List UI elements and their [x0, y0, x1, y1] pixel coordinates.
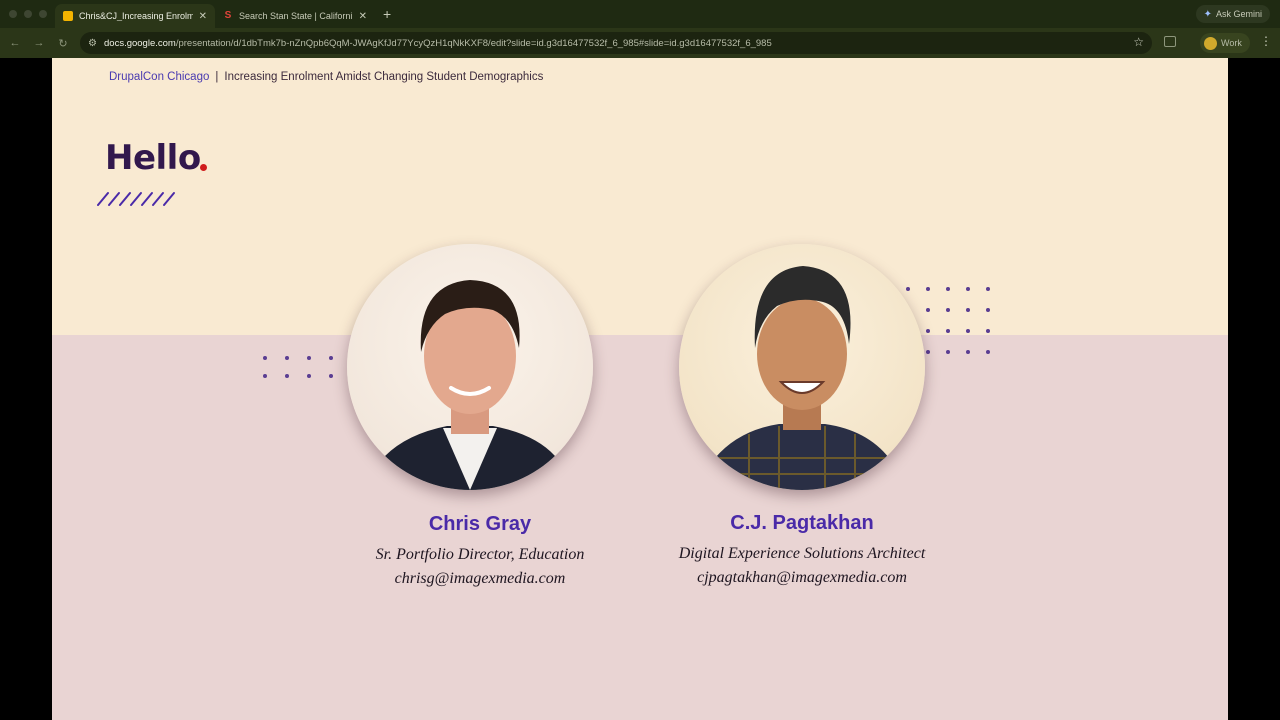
portrait-photo-chris	[347, 244, 593, 490]
profile-label: Work	[1221, 38, 1242, 48]
tab-stan-state[interactable]: S Search Stan State | Californi ✕	[215, 4, 375, 28]
portrait-photo-cj	[679, 244, 925, 490]
menu-kebab-icon[interactable]: ⋮	[1260, 35, 1272, 47]
speaker-role: Sr. Portfolio Director, Education	[375, 546, 585, 563]
speaker-email: chrisg@imagexmedia.com	[394, 570, 566, 587]
slide-lower-band	[52, 335, 1228, 720]
url-text[interactable]: docs.google.com/presentation/d/1dbTmk7b-…	[104, 38, 772, 49]
side-panel-icon[interactable]	[1164, 36, 1176, 47]
speaker-name: C.J. Pagtakhan	[730, 512, 874, 534]
back-arrow-icon[interactable]: ←	[3, 37, 27, 49]
ask-gemini-label: Ask Gemini	[1215, 9, 1262, 19]
profile-button[interactable]: Work	[1200, 33, 1250, 53]
tab-title: Search Stan State | Californi	[239, 11, 353, 21]
site-info-icon[interactable]: ⚙	[88, 38, 104, 49]
slides-icon	[63, 11, 73, 21]
dot-grid-left	[263, 356, 333, 378]
address-bar[interactable]: ⚙ docs.google.com/presentation/d/1dbTmk7…	[80, 32, 1152, 54]
bookmark-star-icon[interactable]: ☆	[1133, 35, 1144, 49]
speaker-role: Digital Experience Solutions Architect	[678, 545, 926, 562]
tab-strip: Chris&CJ_Increasing Enrolm ✕ S Search St…	[0, 0, 1280, 28]
tab-slides[interactable]: Chris&CJ_Increasing Enrolm ✕	[55, 4, 215, 28]
new-tab-button[interactable]: +	[383, 6, 391, 22]
close-tab-icon[interactable]: ✕	[199, 11, 207, 22]
hatch-lines-icon	[97, 192, 175, 206]
minimize-window-button[interactable]	[24, 10, 32, 18]
browser-toolbar: ← → ↻ ⚙ docs.google.com/presentation/d/1…	[0, 28, 1280, 58]
speaker-card-chris: Chris Gray Sr. Portfolio Director, Educa…	[330, 513, 630, 588]
breadcrumb: DrupalCon Chicago | Increasing Enrolment A…	[109, 71, 543, 83]
breadcrumb-separator: |	[215, 71, 219, 83]
slide: DrupalCon Chicago | Increasing Enrolment A…	[52, 58, 1228, 720]
zoom-window-button[interactable]	[39, 10, 47, 18]
breadcrumb-title: Increasing Enrolment Amidst Changing Stu…	[224, 71, 544, 83]
url-path: /presentation/d/1dbTmk7b-nZnQpb6QqM-JWAg…	[175, 37, 772, 49]
close-tab-icon[interactable]: ✕	[359, 11, 367, 22]
title-accent-dot	[200, 164, 207, 171]
tab-title: Chris&CJ_Increasing Enrolm	[79, 11, 193, 21]
forward-arrow-icon[interactable]: →	[27, 37, 51, 49]
stan-state-icon: S	[224, 10, 232, 21]
avatar	[1204, 36, 1217, 50]
speaker-name: Chris Gray	[428, 513, 532, 535]
window-controls	[0, 10, 55, 18]
page-title: Hello	[105, 138, 201, 178]
close-window-button[interactable]	[9, 10, 17, 18]
ask-gemini-button[interactable]: ✦ Ask Gemini	[1195, 5, 1270, 23]
speaker-email: cjpagtakhan@imagexmedia.com	[697, 569, 907, 586]
reload-icon[interactable]: ↻	[51, 37, 75, 50]
breadcrumb-brand: DrupalCon Chicago	[109, 71, 210, 83]
url-host: docs.google.com	[104, 37, 176, 49]
speaker-card-cj: C.J. Pagtakhan Digital Experience Soluti…	[652, 512, 952, 587]
gemini-sparkle-icon: ✦	[1203, 8, 1212, 20]
